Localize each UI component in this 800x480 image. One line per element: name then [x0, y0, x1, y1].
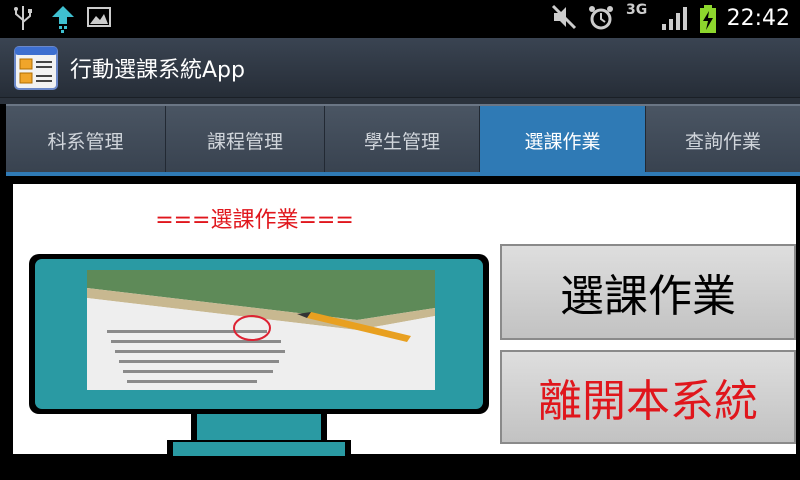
mute-icon [551, 4, 577, 30]
clock: 22:42 [726, 6, 790, 31]
status-bar: 3G 22:42 [0, 0, 800, 38]
tab-indicator [6, 172, 800, 176]
content-panel: ===選課作業=== 選課作業 離開本系統 [13, 184, 796, 458]
action-bar: 行動選課系統App [0, 38, 800, 98]
tab-enrollment[interactable]: 選課作業 [480, 106, 646, 174]
network-3g-icon: 3G [626, 2, 648, 18]
image-icon [87, 7, 111, 27]
computer-monitor-image [29, 254, 489, 458]
battery-charging-icon [700, 5, 716, 33]
tab-department[interactable]: 科系管理 [6, 106, 166, 174]
tab-student[interactable]: 學生管理 [325, 106, 480, 174]
tab-course[interactable]: 課程管理 [166, 106, 325, 174]
app-title: 行動選課系統App [70, 58, 245, 83]
app-list-icon[interactable] [14, 46, 58, 90]
page-heading: ===選課作業=== [155, 208, 354, 233]
exit-system-button[interactable]: 離開本系統 [500, 350, 796, 444]
usb-icon [14, 6, 32, 30]
tab-bar: 科系管理 課程管理 學生管理 選課作業 查詢作業 [6, 104, 800, 174]
enroll-button[interactable]: 選課作業 [500, 244, 796, 340]
upload-icon [52, 6, 74, 33]
alarm-icon [589, 6, 613, 30]
signal-icon [662, 7, 687, 30]
tab-query[interactable]: 查詢作業 [646, 106, 800, 174]
